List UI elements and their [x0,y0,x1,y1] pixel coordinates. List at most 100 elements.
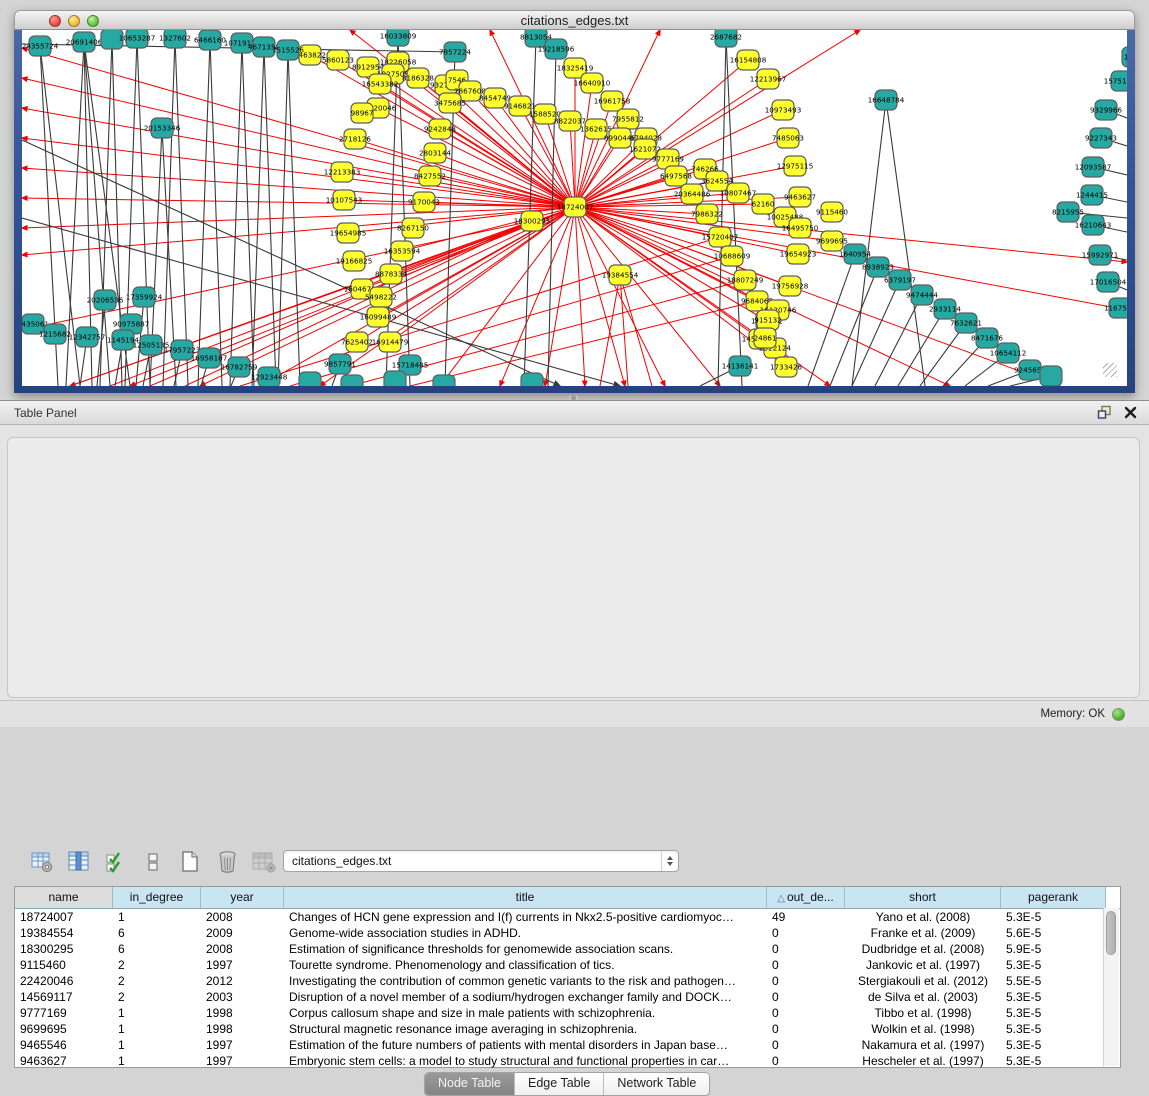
graph-node[interactable]: 10973493 [765,100,802,120]
graph-node[interactable]: 9474444 [906,285,938,305]
window-titlebar[interactable]: citations_edges.txt [14,10,1135,30]
graph-node[interactable]: 20206536 [87,290,124,310]
graph-node[interactable]: 24861 [754,328,777,348]
table-row[interactable]: 1456911722003Disruption of a novel membe… [15,989,1120,1005]
graph-node[interactable]: 1733426 [770,357,802,377]
graph-node[interactable]: 8267150 [397,218,429,238]
table-cell: 2 [113,973,201,989]
tab-node-table[interactable]: Node Table [425,1073,515,1095]
graph-node[interactable]: 915132 [754,310,781,330]
graph-node[interactable]: 15720407 [702,227,739,247]
graph-node[interactable]: 7857224 [439,42,471,62]
graph-node[interactable]: 9170043 [408,192,440,212]
graph-node[interactable]: 12975115 [777,156,814,176]
column-header-pagerank[interactable]: pagerank [1001,887,1106,908]
graph-node[interactable]: 10688609 [714,246,751,266]
graph-node[interactable]: 16033809 [380,30,417,46]
close-panel-icon[interactable] [1124,406,1137,419]
graph-node[interactable]: 9857791 [324,354,356,374]
graph-node[interactable]: 9463627 [784,187,816,207]
graph-node[interactable] [341,375,363,386]
graph-node[interactable]: 17016504 [1090,272,1127,292]
table-selector[interactable]: citations_edges.txt [283,850,679,872]
window-resize-grip[interactable] [1103,363,1117,377]
graph-node[interactable]: 16961758 [594,91,631,111]
table-row[interactable]: 969969511998Structural magnetic resonanc… [15,1021,1120,1037]
graph-node[interactable]: 20691406 [66,32,103,52]
graph-node[interactable]: 15992971 [1082,245,1119,265]
table-row[interactable]: 946554611997Estimation of the future num… [15,1037,1120,1053]
graph-node[interactable]: 24355724 [22,36,59,56]
table-row[interactable]: 977716911998Corpus callosum shape and si… [15,1005,1120,1021]
graph-node[interactable] [433,375,455,386]
graph-node[interactable]: 19654923 [780,244,817,264]
column-header-short[interactable]: short [845,887,1001,908]
graph-node[interactable]: 7485063 [772,128,804,148]
new-document-icon[interactable] [178,850,202,874]
graph-node[interactable]: 1112 [1122,47,1127,67]
graph-node[interactable]: 1327602 [159,30,191,48]
graph-node[interactable]: 2718126 [339,129,371,149]
graph-node[interactable]: 8215955 [1052,202,1084,222]
graph-node[interactable]: 12213383 [324,162,361,182]
table-row[interactable]: 1872400712008Changes of HCN gene express… [15,909,1120,925]
graph-node[interactable]: 7955812 [612,109,644,129]
graph-node[interactable]: 9115460 [816,202,848,222]
graph-node[interactable] [521,373,543,386]
float-panel-icon[interactable] [1097,405,1112,420]
graph-node[interactable]: 19166825 [336,251,373,271]
graph-node[interactable] [384,371,406,386]
column-header-name[interactable]: name [15,887,113,908]
graph-node-label: 10107543 [326,196,363,205]
graph-node[interactable]: 10653287 [119,30,156,48]
graph-node[interactable]: 12213967 [750,69,787,89]
graph-node[interactable] [1040,366,1062,386]
graph-node[interactable]: 62160 [752,194,775,214]
graph-node[interactable]: 1167534 [1104,298,1127,318]
table-row[interactable]: 1938455462009Genome-wide association stu… [15,925,1120,941]
graph-edge [175,38,188,386]
table-cell: Genome-wide association studies in ADHD. [284,925,767,941]
tab-network-table[interactable]: Network Table [604,1073,709,1095]
graph-node[interactable]: 2687682 [710,30,742,47]
tab-edge-table[interactable]: Edge Table [515,1073,604,1095]
row-height-icon[interactable] [141,850,165,874]
column-header-out_de[interactable]: △out_de... [767,887,845,908]
table-cell: 1 [113,1053,201,1069]
table-row[interactable]: 911546021997Tourette syndrome. Phenomeno… [15,957,1120,973]
graph-node[interactable]: 12093587 [1075,157,1112,177]
graph-node[interactable]: 16648784 [868,90,905,110]
column-header-title[interactable]: title [284,887,767,908]
table-row[interactable]: 946362711997Embryonic stem cells: a mode… [15,1053,1120,1069]
graph-node[interactable] [299,372,321,386]
graph-node[interactable]: 10107543 [326,190,363,210]
table-settings-icon[interactable] [30,850,54,874]
graph-node[interactable]: 19384554 [602,265,639,285]
graph-node[interactable]: 98967 [351,103,374,123]
vertical-scrollbar[interactable] [1103,908,1119,1066]
graph-node[interactable]: 16353594 [384,241,421,261]
column-header-year[interactable]: year [201,887,284,908]
table-row[interactable]: 1830029562008Estimation of significance … [15,941,1120,957]
graph-node[interactable]: 9227343 [1085,128,1117,148]
select-values-icon[interactable] [104,850,128,874]
graph-node[interactable]: 9329966 [1090,100,1122,120]
table-row[interactable]: 2242004622012Investigating the contribut… [15,973,1120,989]
show-column-icon[interactable] [67,850,91,874]
graph-node[interactable]: 17359924 [126,287,163,307]
graph-node[interactable]: 15751074 [1104,71,1127,91]
table-cell: Changes of HCN gene expression and I(f) … [284,909,767,925]
network-canvas[interactable]: 1872400774638225860123891295418226058182… [22,30,1127,386]
graph-node[interactable]: 16154808 [730,50,767,70]
graph-node[interactable]: 1244415 [1076,185,1108,205]
column-header-in_degree[interactable]: in_degree [113,887,201,908]
graph-edge [898,309,945,386]
table-tabs: Node TableEdge TableNetwork Table [424,1072,710,1096]
graph-node[interactable]: 19756928 [772,276,809,296]
graph-node-label: 3475685 [434,99,466,108]
graph-node[interactable]: 12342757 [69,327,106,347]
graph-edge [22,108,575,207]
delete-table-icon[interactable] [215,850,239,874]
scrollbar-thumb[interactable] [1106,911,1116,955]
graph-node[interactable]: 16210643 [1075,215,1112,235]
